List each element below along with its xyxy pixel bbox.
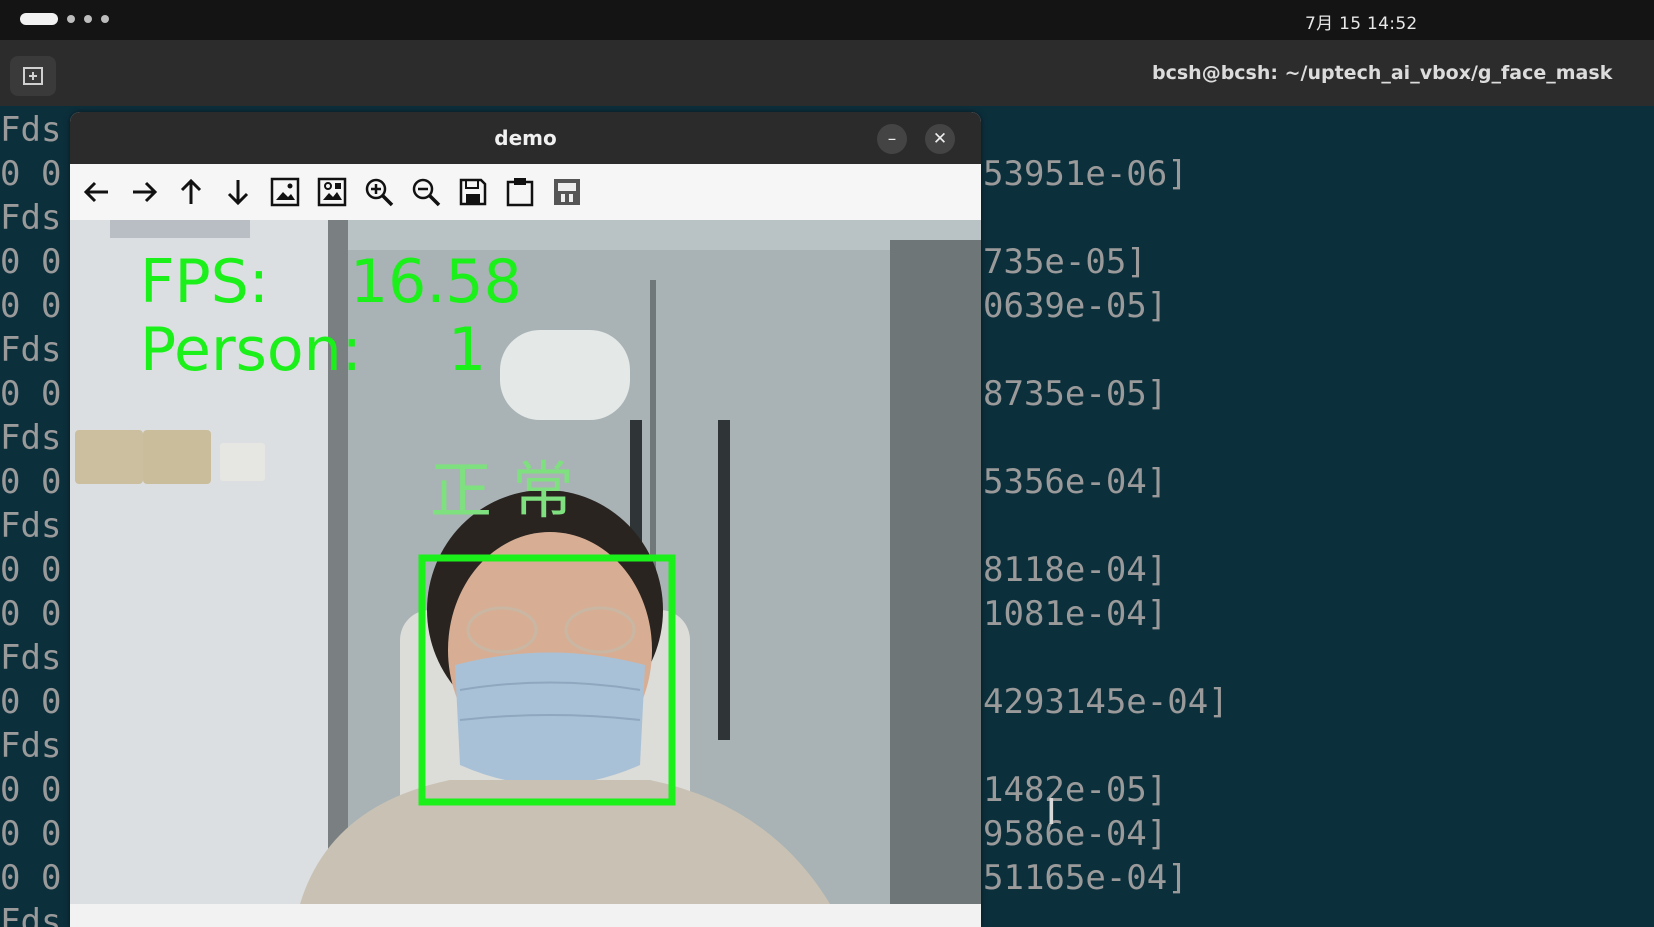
workspace-dot[interactable] xyxy=(101,15,109,23)
terminal-value: 1081e-04] xyxy=(983,594,1168,634)
clock[interactable]: 7月 15 14:52 xyxy=(1305,9,1418,34)
zoom-out-button[interactable] xyxy=(409,175,443,209)
clipboard-icon xyxy=(506,178,534,207)
terminal-value: 53951e-06] xyxy=(983,154,1188,194)
camera-view: FPS: 16.58 Person: 1 正常 xyxy=(70,220,981,904)
terminal-line: Fds xyxy=(0,330,62,370)
pan-left-button[interactable] xyxy=(80,175,114,209)
text-cursor-icon: I xyxy=(1046,792,1057,833)
save-button[interactable] xyxy=(456,175,490,209)
terminal-line: 0 0 xyxy=(0,770,62,810)
terminal-line: Fds xyxy=(0,198,62,238)
terminal-value: 51165e-04] xyxy=(983,858,1188,898)
terminal-line: Fds xyxy=(0,110,62,150)
image-toolbar xyxy=(70,164,981,220)
demo-window: demo – ✕ FPS: 16.58 Person: 1 正常 xyxy=(70,112,981,927)
zoom-in-button[interactable] xyxy=(362,175,396,209)
terminal-value: 1482e-05] xyxy=(983,770,1168,810)
right-wall-shadow xyxy=(890,240,981,904)
terminal-value: 8118e-04] xyxy=(983,550,1168,590)
terminal-line: 0 0 xyxy=(0,858,62,898)
mask-status-label: 正常 xyxy=(430,454,594,527)
workspace-dot[interactable] xyxy=(84,15,92,23)
arrow-up-icon xyxy=(180,178,202,204)
terminal-line: 0 0 xyxy=(0,814,62,854)
settings-icon xyxy=(554,179,580,205)
workspace-indicator[interactable] xyxy=(20,13,109,25)
pan-right-button[interactable] xyxy=(127,175,161,209)
socket xyxy=(220,443,265,481)
camera-scene: FPS: 16.58 Person: 1 正常 xyxy=(70,220,981,904)
terminal-line: 0 0 xyxy=(0,462,62,502)
terminal-line: Fds xyxy=(0,638,62,678)
terminal-value: 0639e-05] xyxy=(983,286,1168,326)
terminal-line: 0 0 xyxy=(0,594,62,634)
door-handle xyxy=(718,420,730,740)
demo-window-title: demo xyxy=(70,112,981,164)
light-switch xyxy=(143,430,211,484)
new-tab-icon xyxy=(23,67,43,85)
properties-button[interactable] xyxy=(550,175,584,209)
image-properties-button[interactable] xyxy=(315,175,349,209)
save-icon xyxy=(459,178,487,206)
terminal-line: 0 0 xyxy=(0,374,62,414)
terminal-value: 4293145e-04] xyxy=(983,682,1229,722)
terminal-line: 0 0 xyxy=(0,550,62,590)
face-mask xyxy=(455,652,645,785)
zoom-out-icon xyxy=(412,178,441,207)
terminal-line: 0 0 xyxy=(0,682,62,722)
person-label: Person: xyxy=(140,315,362,385)
terminal-line: Fds xyxy=(0,726,62,766)
terminal-line: Fds xyxy=(0,506,62,546)
fps-value: 16.58 xyxy=(350,247,522,317)
copy-to-clipboard-button[interactable] xyxy=(503,175,537,209)
ceiling-light-reflection xyxy=(500,330,630,420)
terminal-header-bar: bcsh@bcsh: ~/uptech_ai_vbox/g_face_mask xyxy=(0,40,1654,106)
terminal-line: 0 0 xyxy=(0,286,62,326)
active-workspace-pill[interactable] xyxy=(20,13,58,25)
terminal-value: 8735e-05] xyxy=(983,374,1168,414)
close-button[interactable]: ✕ xyxy=(925,124,955,154)
terminal-title: bcsh@bcsh: ~/uptech_ai_vbox/g_face_mask xyxy=(1152,62,1613,84)
pan-down-button[interactable] xyxy=(221,175,255,209)
wall-panel xyxy=(110,220,250,238)
terminal-value: 5356e-04] xyxy=(983,462,1168,502)
arrow-down-icon xyxy=(227,180,249,206)
pan-up-button[interactable] xyxy=(174,175,208,209)
zoom-in-icon xyxy=(365,178,394,207)
terminal-value: 9586e-04] xyxy=(983,814,1168,854)
terminal-line: Fds xyxy=(0,418,62,458)
fps-label: FPS: xyxy=(140,247,269,317)
new-tab-button[interactable] xyxy=(10,56,56,96)
terminal-line: Fds xyxy=(0,902,62,927)
terminal-value: 735e-05] xyxy=(983,242,1147,282)
person-value: 1 xyxy=(448,315,486,385)
zoom-fit-button[interactable] xyxy=(268,175,302,209)
image-properties-icon xyxy=(317,177,347,207)
arrow-right-icon xyxy=(133,181,158,203)
arrow-left-icon xyxy=(83,181,108,203)
demo-status-strip xyxy=(70,904,981,927)
image-icon xyxy=(270,177,300,207)
minimize-button[interactable]: – xyxy=(877,124,907,154)
system-top-bar: 7月 15 14:52 xyxy=(0,0,1654,40)
terminal-line: 0 0 xyxy=(0,154,62,194)
workspace-dot[interactable] xyxy=(67,15,75,23)
light-switch xyxy=(75,430,143,484)
terminal-line: 0 0 xyxy=(0,242,62,282)
